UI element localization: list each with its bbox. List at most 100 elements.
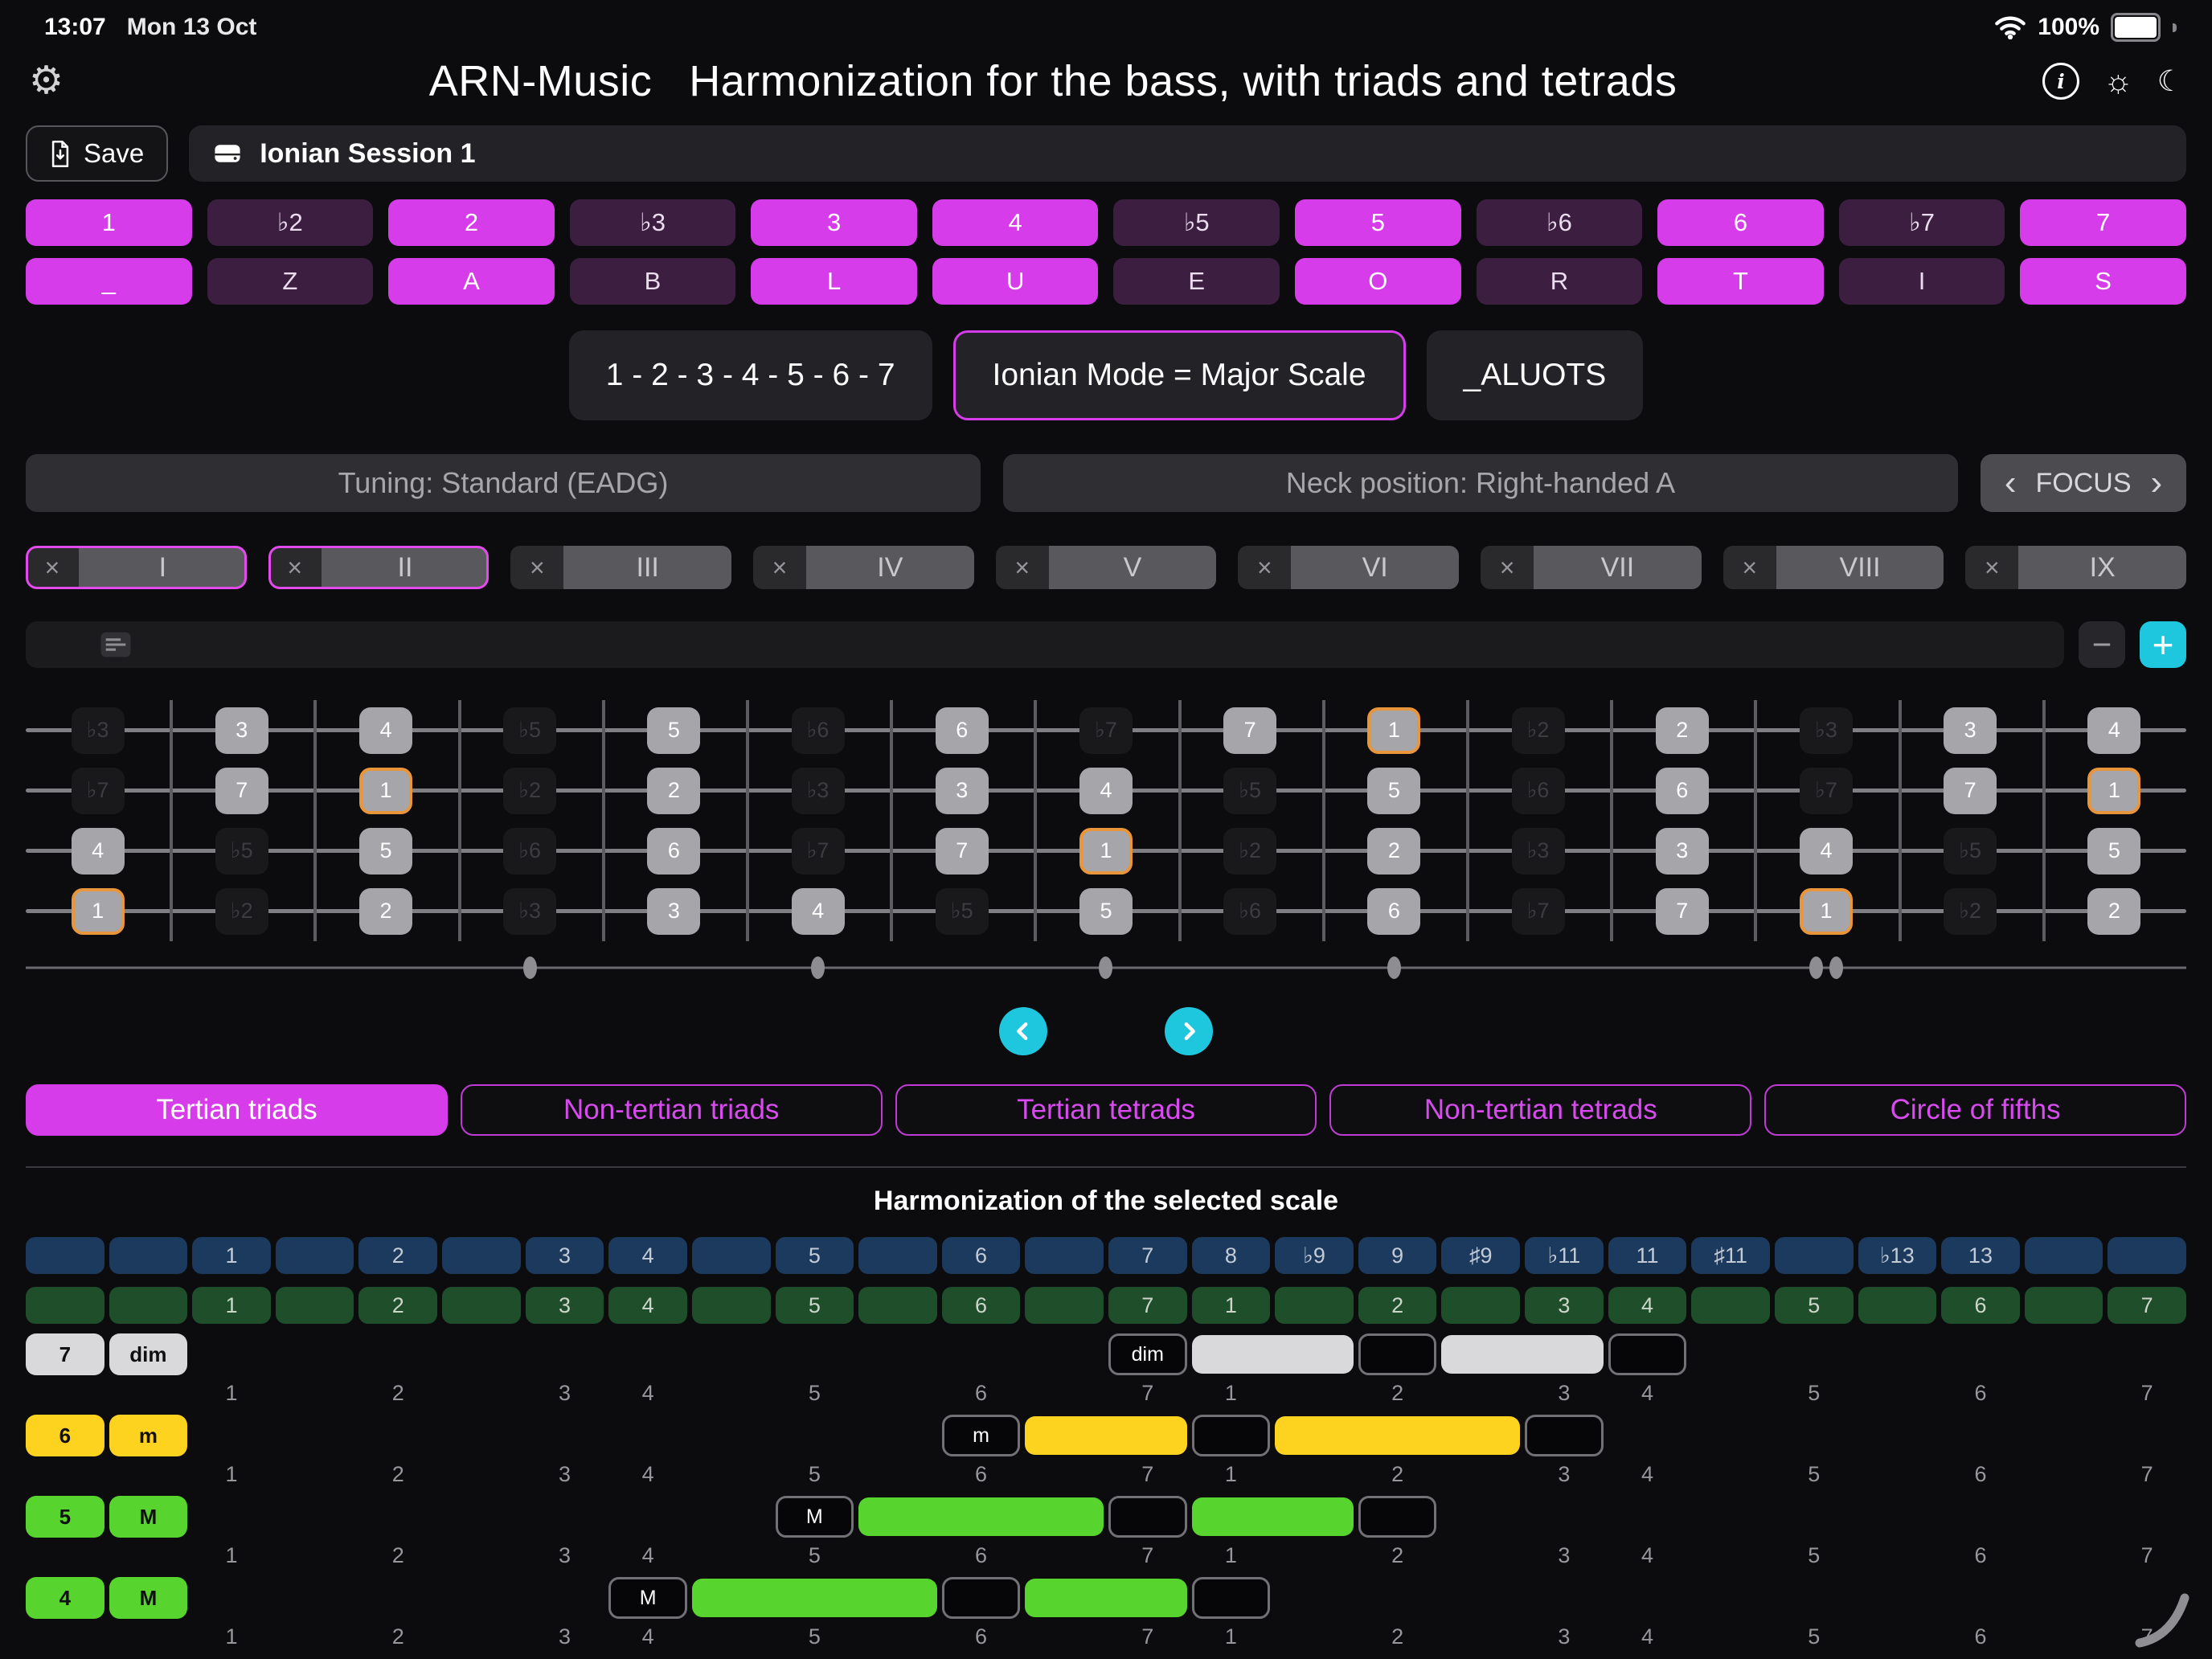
chord-quality-chip[interactable]: dim	[109, 1333, 188, 1375]
fret-note[interactable]: 6	[647, 828, 700, 875]
chord-segment[interactable]	[1275, 1416, 1520, 1455]
chord-segment[interactable]	[858, 1497, 1104, 1536]
close-icon[interactable]: ×	[268, 546, 322, 589]
chord-segment[interactable]	[1358, 1333, 1437, 1375]
letter-button[interactable]: S	[2020, 258, 2186, 305]
chord-segment[interactable]	[1441, 1335, 1603, 1374]
fret-note[interactable]: 4	[1079, 768, 1133, 814]
fret-note[interactable]: 6	[1656, 768, 1709, 814]
chord-segment[interactable]	[1358, 1496, 1437, 1538]
fret-note[interactable]: 1	[72, 888, 125, 935]
fret-note[interactable]: 7	[1944, 768, 1997, 814]
fret-note[interactable]: 3	[215, 707, 268, 754]
position-chip[interactable]: × VI	[1238, 546, 1459, 589]
letter-button[interactable]: O	[1295, 258, 1461, 305]
degree-button[interactable]: 5	[1295, 199, 1461, 246]
fret-note[interactable]: ♭2	[1944, 888, 1997, 935]
tuning-selector[interactable]: Tuning: Standard (EADG)	[26, 454, 981, 512]
letter-button[interactable]: A	[388, 258, 555, 305]
fret-note[interactable]: ♭6	[792, 707, 845, 754]
position-chip[interactable]: × II	[268, 546, 490, 589]
degree-button[interactable]: 2	[388, 199, 555, 246]
fret-note[interactable]: 5	[1367, 768, 1420, 814]
mode-name-box[interactable]: Ionian Mode = Major Scale	[953, 330, 1406, 420]
fret-note[interactable]: ♭5	[936, 888, 989, 935]
fret-note[interactable]: 5	[359, 828, 412, 875]
fret-note[interactable]: ♭3	[72, 707, 125, 754]
close-icon[interactable]: ×	[1723, 546, 1776, 589]
letter-button[interactable]: R	[1477, 258, 1643, 305]
chord-segment[interactable]	[1525, 1415, 1604, 1456]
fret-note[interactable]: ♭2	[1223, 828, 1276, 875]
fret-note[interactable]: ♭7	[1079, 707, 1133, 754]
fret-note[interactable]: 3	[936, 768, 989, 814]
degree-button[interactable]: ♭5	[1113, 199, 1280, 246]
fret-note[interactable]: 7	[215, 768, 268, 814]
chord-quality-chip[interactable]: M	[109, 1496, 188, 1538]
chord-segment[interactable]: dim	[1108, 1333, 1187, 1375]
degree-button[interactable]: ♭2	[207, 199, 374, 246]
degree-button[interactable]: ♭6	[1477, 199, 1643, 246]
close-icon[interactable]: ×	[510, 546, 563, 589]
degree-button[interactable]: 7	[2020, 199, 2186, 246]
chord-segment[interactable]: M	[776, 1496, 854, 1538]
fret-note[interactable]: 7	[1656, 888, 1709, 935]
chord-degree-chip[interactable]: 5	[26, 1496, 104, 1538]
position-chip[interactable]: × VIII	[1723, 546, 1944, 589]
zoom-out-button[interactable]: −	[2079, 621, 2125, 668]
position-chip[interactable]: × I	[26, 546, 247, 589]
info-icon[interactable]: i	[2042, 63, 2079, 100]
letter-button[interactable]: B	[570, 258, 736, 305]
degree-button[interactable]: 1	[26, 199, 192, 246]
dark-mode-icon[interactable]: ☾	[2157, 67, 2183, 96]
fret-note[interactable]: 7	[1223, 707, 1276, 754]
chevron-left-icon[interactable]: ‹	[2005, 465, 2017, 501]
chord-segment[interactable]: m	[942, 1415, 1021, 1456]
fret-note[interactable]: 5	[647, 707, 700, 754]
fret-note[interactable]: ♭6	[1512, 768, 1565, 814]
fret-note[interactable]: ♭3	[1512, 828, 1565, 875]
shift-right-button[interactable]	[1165, 1007, 1213, 1055]
session-name-field[interactable]: Ionian Session 1	[189, 125, 2186, 182]
fret-note[interactable]: ♭5	[1944, 828, 1997, 875]
fret-note[interactable]: ♭3	[503, 888, 556, 935]
chord-segment[interactable]	[1192, 1415, 1271, 1456]
fret-note[interactable]: ♭5	[215, 828, 268, 875]
letter-button[interactable]: I	[1839, 258, 2005, 305]
fret-note[interactable]: ♭7	[1800, 768, 1853, 814]
zoom-in-button[interactable]: +	[2140, 621, 2186, 668]
degree-button[interactable]: 6	[1657, 199, 1824, 246]
chord-segment[interactable]	[1608, 1333, 1687, 1375]
save-button[interactable]: Save	[26, 125, 168, 182]
fret-note[interactable]: 5	[1079, 888, 1133, 935]
close-icon[interactable]: ×	[996, 546, 1049, 589]
close-icon[interactable]: ×	[26, 546, 79, 589]
light-mode-icon[interactable]: ☼	[2103, 65, 2133, 97]
chord-segment[interactable]	[1108, 1496, 1187, 1538]
fret-note[interactable]: ♭2	[215, 888, 268, 935]
fret-note[interactable]: ♭2	[1512, 707, 1565, 754]
fret-note[interactable]: ♭6	[503, 828, 556, 875]
close-icon[interactable]: ×	[753, 546, 806, 589]
fret-note[interactable]: ♭7	[1512, 888, 1565, 935]
fret-note[interactable]: 1	[2087, 768, 2140, 814]
tab[interactable]: Tertian tetrads	[895, 1084, 1317, 1136]
letter-button[interactable]: L	[751, 258, 917, 305]
fret-note[interactable]: 7	[936, 828, 989, 875]
fret-note[interactable]: 1	[1367, 707, 1420, 754]
fret-note[interactable]: 3	[1656, 828, 1709, 875]
fret-note[interactable]: 4	[1800, 828, 1853, 875]
fret-note[interactable]: 6	[936, 707, 989, 754]
focus-button[interactable]: ‹ FOCUS ›	[1981, 454, 2186, 512]
close-icon[interactable]: ×	[1965, 546, 2018, 589]
fret-note[interactable]: ♭3	[792, 768, 845, 814]
shift-left-button[interactable]	[999, 1007, 1047, 1055]
fret-note[interactable]: 4	[359, 707, 412, 754]
fret-note[interactable]: 3	[1944, 707, 1997, 754]
position-chip[interactable]: × VII	[1481, 546, 1702, 589]
fret-note[interactable]: 4	[792, 888, 845, 935]
chord-degree-chip[interactable]: 6	[26, 1415, 104, 1456]
fret-note[interactable]: ♭7	[792, 828, 845, 875]
settings-gear-icon[interactable]: ⚙	[29, 62, 63, 100]
fret-note[interactable]: ♭5	[503, 707, 556, 754]
